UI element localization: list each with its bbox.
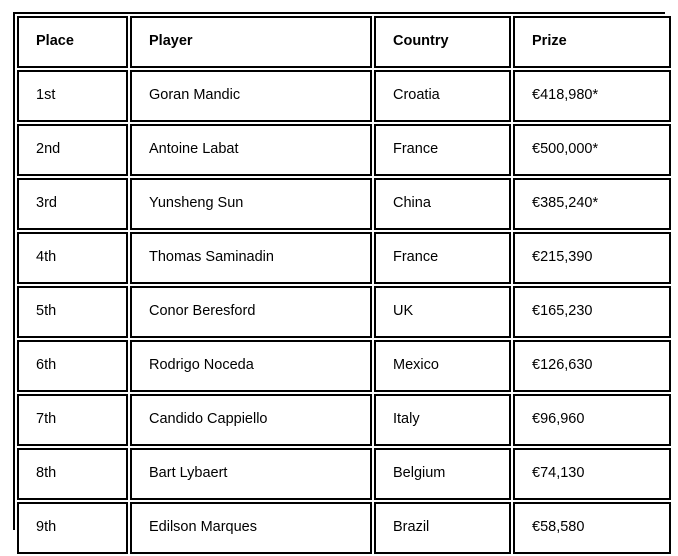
table-row: 7th Candido Cappiello Italy €96,960 bbox=[17, 394, 671, 446]
cell-prize: €74,130 bbox=[513, 448, 671, 500]
table-body: 1st Goran Mandic Croatia €418,980* 2nd A… bbox=[17, 70, 671, 554]
table-row: 5th Conor Beresford UK €165,230 bbox=[17, 286, 671, 338]
cell-place: 1st bbox=[17, 70, 128, 122]
cell-prize: €385,240* bbox=[513, 178, 671, 230]
cell-country: France bbox=[374, 232, 511, 284]
cell-country: UK bbox=[374, 286, 511, 338]
column-header-prize: Prize bbox=[513, 16, 671, 68]
cell-prize: €96,960 bbox=[513, 394, 671, 446]
cell-place: 4th bbox=[17, 232, 128, 284]
cell-player: Bart Lybaert bbox=[130, 448, 372, 500]
table-header: Place Player Country Prize bbox=[17, 16, 671, 68]
cell-player: Antoine Labat bbox=[130, 124, 372, 176]
table-header-row: Place Player Country Prize bbox=[17, 16, 671, 68]
cell-place: 2nd bbox=[17, 124, 128, 176]
cell-place: 8th bbox=[17, 448, 128, 500]
table-row: 6th Rodrigo Noceda Mexico €126,630 bbox=[17, 340, 671, 392]
cell-prize: €165,230 bbox=[513, 286, 671, 338]
cell-player: Rodrigo Noceda bbox=[130, 340, 372, 392]
cell-country: Italy bbox=[374, 394, 511, 446]
cell-place: 7th bbox=[17, 394, 128, 446]
cell-country: China bbox=[374, 178, 511, 230]
cell-place: 3rd bbox=[17, 178, 128, 230]
cell-place: 9th bbox=[17, 502, 128, 554]
cell-country: Mexico bbox=[374, 340, 511, 392]
cell-place: 6th bbox=[17, 340, 128, 392]
cell-prize: €418,980* bbox=[513, 70, 671, 122]
cell-player: Goran Mandic bbox=[130, 70, 372, 122]
cell-prize: €500,000* bbox=[513, 124, 671, 176]
cell-player: Conor Beresford bbox=[130, 286, 372, 338]
cell-country: Croatia bbox=[374, 70, 511, 122]
cell-player: Yunsheng Sun bbox=[130, 178, 372, 230]
cell-player: Edilson Marques bbox=[130, 502, 372, 554]
tournament-results-table: Place Player Country Prize 1st Goran Man… bbox=[15, 14, 673, 556]
table-row: 9th Edilson Marques Brazil €58,580 bbox=[17, 502, 671, 554]
cell-player: Thomas Saminadin bbox=[130, 232, 372, 284]
table-row: 1st Goran Mandic Croatia €418,980* bbox=[17, 70, 671, 122]
results-table-container: Place Player Country Prize 1st Goran Man… bbox=[13, 12, 673, 556]
cell-country: France bbox=[374, 124, 511, 176]
table-row: 4th Thomas Saminadin France €215,390 bbox=[17, 232, 671, 284]
table-row: 2nd Antoine Labat France €500,000* bbox=[17, 124, 671, 176]
cell-prize: €215,390 bbox=[513, 232, 671, 284]
cell-country: Brazil bbox=[374, 502, 511, 554]
cell-prize: €126,630 bbox=[513, 340, 671, 392]
table-row: 8th Bart Lybaert Belgium €74,130 bbox=[17, 448, 671, 500]
cell-place: 5th bbox=[17, 286, 128, 338]
column-header-place: Place bbox=[17, 16, 128, 68]
cell-player: Candido Cappiello bbox=[130, 394, 372, 446]
column-header-country: Country bbox=[374, 16, 511, 68]
column-header-player: Player bbox=[130, 16, 372, 68]
cell-prize: €58,580 bbox=[513, 502, 671, 554]
table-row: 3rd Yunsheng Sun China €385,240* bbox=[17, 178, 671, 230]
cell-country: Belgium bbox=[374, 448, 511, 500]
